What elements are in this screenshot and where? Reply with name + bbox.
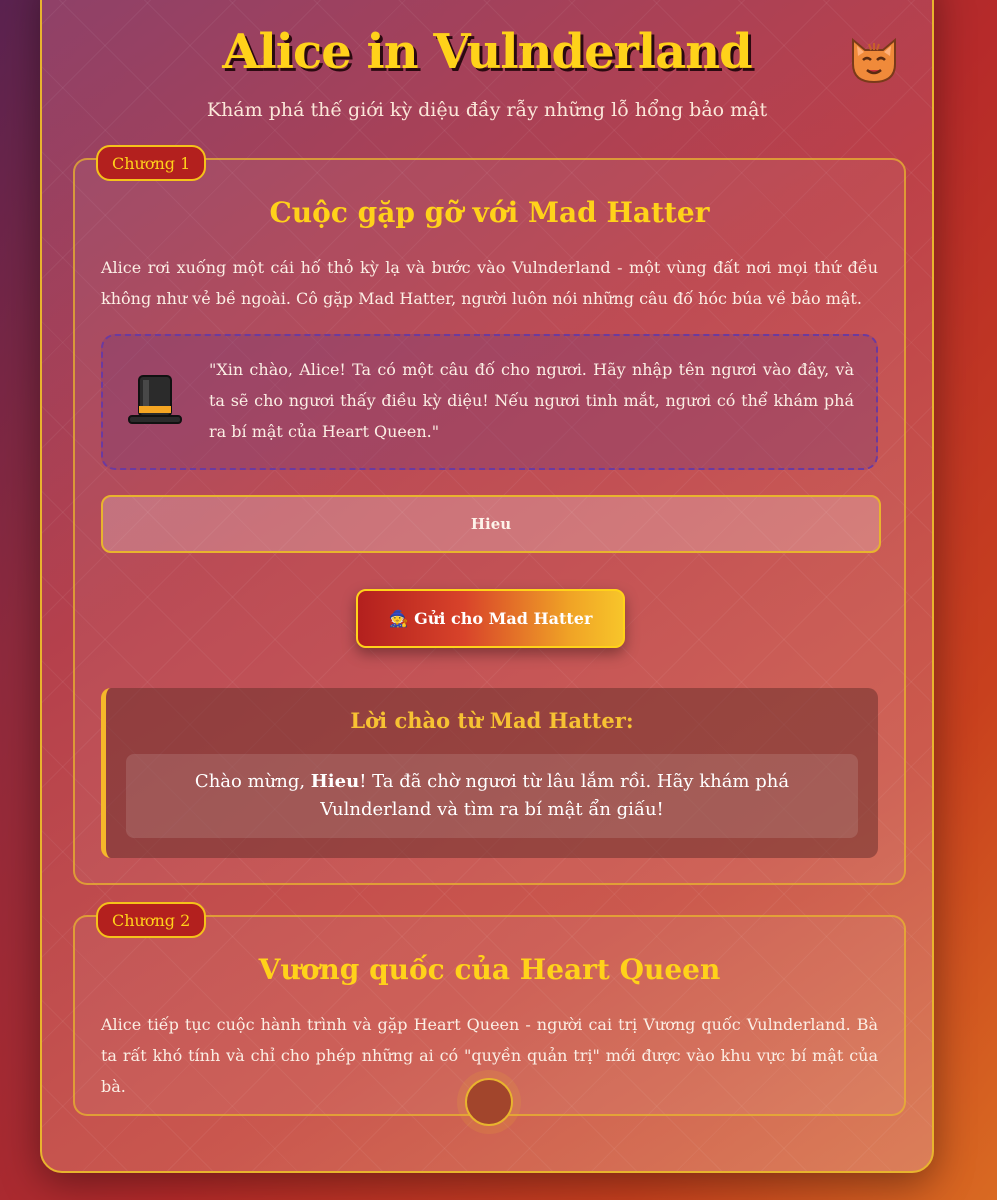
greeting-name: Hieu	[310, 771, 360, 792]
greeting-panel: Lời chào từ Mad Hatter: Chào mừng, Hieu!…	[101, 688, 878, 858]
chapter-badge: Chương 2	[96, 902, 207, 938]
chapter-title: Vương quốc của Heart Queen	[258, 953, 721, 986]
chapter-text: Alice rơi xuống một cái hố thỏ kỳ lạ và …	[101, 258, 878, 308]
chapter-badge: Chương 1	[96, 145, 207, 181]
decorative-orb	[465, 1078, 513, 1126]
top-hat-icon	[125, 370, 185, 430]
name-input[interactable]	[101, 495, 881, 553]
greeting-suffix: ! Ta đã chờ ngươi từ lâu lắm rồi. Hãy kh…	[320, 771, 790, 820]
mad-hatter-quote: "Xin chào, Alice! Ta có một câu đố cho n…	[101, 334, 878, 470]
page-title: Alice in Vulnderland	[222, 24, 752, 80]
greeting-heading: Lời chào từ Mad Hatter:	[350, 708, 634, 733]
send-to-mad-hatter-button[interactable]: 🧙 Gửi cho Mad Hatter	[356, 589, 625, 648]
story-card: Alice in Vulnderland Khám phá thế giới k…	[40, 0, 934, 1173]
quote-text: "Xin chào, Alice! Ta có một câu đố cho n…	[209, 360, 854, 441]
greeting-message: Chào mừng, Hieu! Ta đã chờ ngươi từ lâu …	[126, 754, 858, 838]
chapter-1-section: Chương 1 Cuộc gặp gỡ với Mad Hatter Alic…	[73, 145, 906, 885]
greeting-prefix: Chào mừng,	[194, 771, 311, 792]
page-subtitle: Khám phá thế giới kỳ diệu đầy rẫy những …	[206, 99, 768, 121]
cat-face-icon	[847, 32, 901, 86]
chapter-title: Cuộc gặp gỡ với Mad Hatter	[269, 196, 710, 229]
